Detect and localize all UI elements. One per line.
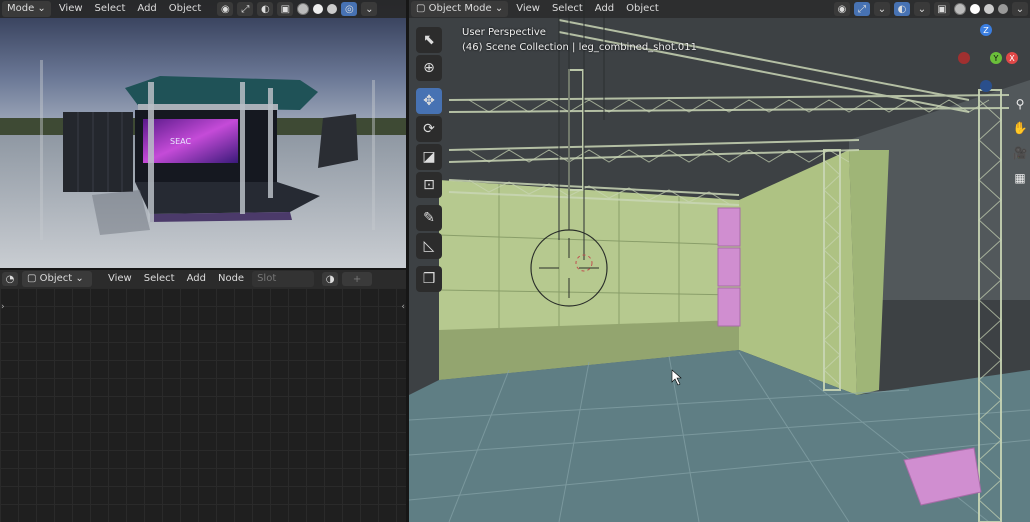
gizmo-z-axis[interactable]: Z	[980, 24, 992, 36]
viewport-menu-add[interactable]: Add	[591, 1, 618, 17]
gizmo-y-label: Y	[993, 53, 999, 63]
3d-viewport[interactable]: ▢ Object Mode ⌄ View Select Add Object ◉…	[409, 0, 1030, 522]
editor-type-icon[interactable]: ◔	[2, 272, 18, 286]
select-box-tool[interactable]: ⬉	[416, 27, 442, 53]
move-arrows-icon: ✥	[423, 93, 435, 109]
mode-dropdown[interactable]: Mode ⌄	[2, 1, 51, 17]
slot-dropdown[interactable]: Slot	[252, 271, 315, 287]
material-sphere-icon[interactable]: ◑	[322, 272, 339, 286]
node-editor-header: ◔ ▢ Object ⌄ View Select Add Node Slot ◑…	[0, 270, 406, 288]
gizmo-toggle-icon[interactable]: ⤢	[237, 2, 254, 16]
render-menu-select[interactable]: Select	[91, 1, 130, 17]
zoom-icon[interactable]: ⚲	[1012, 96, 1028, 112]
viewport-overlay-dropdown-icon[interactable]: ⌄	[914, 2, 930, 16]
viewport-menu-select[interactable]: Select	[548, 1, 587, 17]
crosshair-icon: ⊕	[423, 60, 435, 76]
render-viewport[interactable]: SEAC Mode ⌄ View Select Add Object ◉ ⤢ ◐…	[0, 0, 406, 268]
gizmo-neg-x-axis[interactable]	[958, 52, 970, 64]
pencil-icon: ✎	[423, 210, 435, 226]
rotate-tool[interactable]: ⟳	[416, 116, 442, 142]
camera-view-icon[interactable]: 🎥	[1012, 145, 1028, 161]
viewport-menu-view[interactable]: View	[512, 1, 544, 17]
transform-tool[interactable]: ⊡	[416, 172, 442, 198]
led-screen-text: SEAC	[170, 137, 191, 146]
object-mode-label: Object Mode	[428, 3, 492, 14]
visibility-icon[interactable]: ◉	[217, 2, 234, 16]
cursor-tool[interactable]: ⊕	[416, 55, 442, 81]
sidebar-toggle-right-icon[interactable]: ‹	[401, 302, 405, 312]
scale-icon: ◪	[422, 149, 436, 165]
scale-tool[interactable]: ◪	[416, 144, 442, 170]
gizmo-z-label: Z	[983, 25, 989, 35]
gizmo-x-label: X	[1009, 53, 1015, 63]
viewport-header: ▢ Object Mode ⌄ View Select Add Object ◉…	[409, 0, 1030, 18]
node-menu-add[interactable]: Add	[183, 271, 210, 287]
new-material-icon[interactable]: +	[342, 272, 373, 286]
viewport-gizmo-icon[interactable]: ⤢	[854, 2, 870, 16]
viewport-shading-solid-icon[interactable]	[970, 4, 980, 14]
object-mode-dropdown[interactable]: ▢ Object Mode ⌄	[411, 1, 509, 17]
shading-wireframe-icon[interactable]	[297, 3, 310, 15]
shading-solid-icon[interactable]	[313, 4, 324, 14]
shading-options-icon[interactable]: ⌄	[361, 2, 378, 16]
ruler-icon: ◺	[423, 238, 435, 254]
cursor-arrow-icon: ⬉	[423, 32, 435, 48]
viewport-menu-object[interactable]: Object	[622, 1, 663, 17]
overlay-icon[interactable]: ◐	[257, 2, 274, 16]
gizmo-x-axis[interactable]: X	[1006, 52, 1018, 64]
mode-label: Mode	[7, 3, 35, 14]
gizmo-neg-z-axis[interactable]	[980, 80, 992, 92]
object-dropdown-label: Object	[39, 273, 73, 284]
render-menu-object[interactable]: Object	[165, 1, 206, 17]
move-tool[interactable]: ✥	[416, 88, 442, 114]
viewport-shading-material-icon[interactable]	[984, 4, 994, 14]
cube-icon: ▢	[27, 273, 37, 284]
viewport-xray-icon[interactable]: ▣	[934, 2, 950, 16]
navigation-gizmo[interactable]: Z X Y	[958, 22, 1018, 92]
rotate-icon: ⟳	[423, 121, 435, 137]
shading-rendered-icon[interactable]: ◎	[341, 2, 358, 16]
add-cube-tool[interactable]: ❒	[416, 266, 442, 292]
viewport-shading-rendered-icon[interactable]	[998, 4, 1008, 14]
viewport-shading-dropdown-icon[interactable]: ⌄	[1012, 2, 1028, 16]
transform-icon: ⊡	[423, 177, 435, 193]
shading-material-icon[interactable]	[327, 4, 338, 14]
add-cube-icon: ❒	[422, 271, 436, 287]
xray-icon[interactable]: ▣	[277, 2, 294, 16]
viewport-shading-wireframe-icon[interactable]	[954, 3, 966, 15]
viewport-visibility-icon[interactable]: ◉	[834, 2, 850, 16]
node-menu-select[interactable]: Select	[140, 271, 179, 287]
render-scene: SEAC	[0, 0, 406, 268]
sidebar-toggle-left-icon[interactable]: ›	[1, 302, 5, 312]
measure-tool[interactable]: ◺	[416, 233, 442, 259]
render-view-header: Mode ⌄ View Select Add Object ◉ ⤢ ◐ ▣ ◎ …	[0, 0, 406, 18]
grid-view-icon[interactable]: ▦	[1012, 170, 1028, 186]
node-editor[interactable]: ◔ ▢ Object ⌄ View Select Add Node Slot ◑…	[0, 270, 406, 522]
gizmo-y-axis[interactable]: Y	[990, 52, 1002, 64]
annotate-tool[interactable]: ✎	[416, 205, 442, 231]
render-menu-add[interactable]: Add	[133, 1, 160, 17]
viewport-gizmo-dropdown-icon[interactable]: ⌄	[874, 2, 890, 16]
collection-label: (46) Scene Collection | leg_combined_sho…	[462, 42, 698, 53]
object-dropdown[interactable]: ▢ Object ⌄	[22, 271, 92, 287]
node-menu-node[interactable]: Node	[214, 271, 248, 287]
viewport-overlay-icon[interactable]: ◐	[894, 2, 910, 16]
perspective-label: User Perspective	[462, 27, 546, 38]
node-menu-view[interactable]: View	[104, 271, 136, 287]
pan-hand-icon[interactable]: ✋	[1012, 120, 1028, 136]
render-menu-view[interactable]: View	[55, 1, 87, 17]
object-mode-icon: ▢	[416, 3, 426, 14]
slot-dropdown-label: Slot	[257, 273, 277, 284]
viewport-scene	[409, 0, 1030, 522]
